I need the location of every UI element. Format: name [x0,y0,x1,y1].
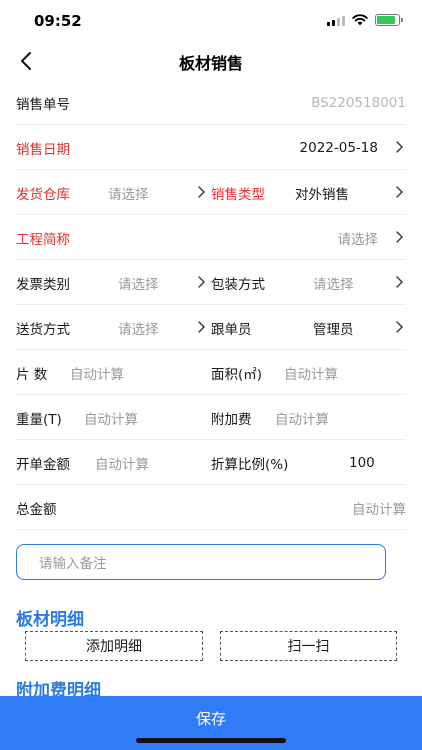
warehouse-type-row: 发货仓库 请选择 销售类型 对外销售 [16,170,406,215]
bill-amount-label: 开单金额 [16,456,70,473]
battery-icon [375,14,403,26]
pieces-value: 自动计算 [70,366,124,383]
warehouse-label: 发货仓库 [16,186,70,203]
sale-type-label: 销售类型 [211,186,265,203]
pieces-area-row: 片 数 自动计算 面积(㎡) 自动计算 [16,350,406,395]
invoice-packing-row: 发票类别 请选择 包装方式 请选择 [16,260,406,305]
follower-select[interactable]: 管理员 [313,305,354,350]
remark-input[interactable]: 请输入备注 [16,544,386,580]
delivery-select[interactable]: 请选择 [118,305,159,350]
order-no-label: 销售单号 [16,96,70,113]
signal-icon [327,15,345,26]
detail-section-title: 板材明细 [16,610,84,630]
delivery-follower-row: 送货方式 请选择 跟单员 管理员 [16,305,406,350]
scan-button[interactable]: 扫一扫 [220,631,397,661]
weight-fee-row: 重量(T) 自动计算 附加费 自动计算 [16,395,406,440]
weight-label: 重量(T) [16,411,62,428]
bill-amount-value: 自动计算 [95,456,149,473]
total-value: 自动计算 [352,501,406,518]
home-indicator [136,738,286,743]
total-row: 总金额 自动计算 [16,485,406,530]
sales-form: 销售单号 BS220518001 销售日期 2022-05-18 发货仓库 请选… [0,80,422,530]
chevron-right-icon[interactable] [194,320,208,334]
packing-select[interactable]: 请选择 [313,260,354,305]
chevron-right-icon[interactable] [392,140,406,154]
status-time: 09:52 [34,12,82,30]
amount-discount-row: 开单金额 自动计算 折算比例(%) 100 [16,440,406,485]
weight-value: 自动计算 [84,411,138,428]
follower-label: 跟单员 [211,321,252,338]
sale-type-select[interactable]: 对外销售 [295,170,349,215]
chevron-right-icon[interactable] [392,230,406,244]
sale-date-label: 销售日期 [16,141,70,158]
invoice-type-label: 发票类别 [16,276,70,293]
invoice-type-select[interactable]: 请选择 [118,260,159,305]
chevron-right-icon[interactable] [194,185,208,199]
save-label: 保存 [195,710,226,728]
project-label: 工程简称 [16,231,70,248]
extra-fee-value: 自动计算 [275,411,329,428]
nav-bar: 板材销售 [0,44,422,80]
pieces-label: 片 数 [16,366,48,383]
chevron-right-icon[interactable] [392,275,406,289]
area-label: 面积(㎡) [211,366,263,383]
sale-date-value[interactable]: 2022-05-18 [300,125,378,170]
status-icons [327,14,403,26]
wifi-icon [352,14,368,26]
delivery-label: 送货方式 [16,321,70,338]
page-title: 板材销售 [178,54,243,73]
battery-fill [377,16,395,24]
project-select[interactable]: 请选择 [338,215,379,260]
status-bar: 09:52 [0,0,422,44]
order-no-value: BS220518001 [311,94,406,111]
add-detail-button[interactable]: 添加明细 [25,631,203,661]
total-label: 总金额 [16,501,57,518]
warehouse-select[interactable]: 请选择 [108,170,149,215]
sale-date-row[interactable]: 销售日期 2022-05-18 [16,125,406,170]
chevron-right-icon[interactable] [392,320,406,334]
extra-fee-label: 附加费 [211,411,252,428]
discount-input[interactable]: 100 [349,440,375,485]
project-row[interactable]: 工程简称 请选择 [16,215,406,260]
discount-label: 折算比例(%) [211,456,289,473]
chevron-right-icon[interactable] [392,185,406,199]
order-no-row: 销售单号 BS220518001 [16,80,406,125]
packing-label: 包装方式 [211,276,265,293]
area-value: 自动计算 [284,366,338,383]
chevron-right-icon[interactable] [194,275,208,289]
